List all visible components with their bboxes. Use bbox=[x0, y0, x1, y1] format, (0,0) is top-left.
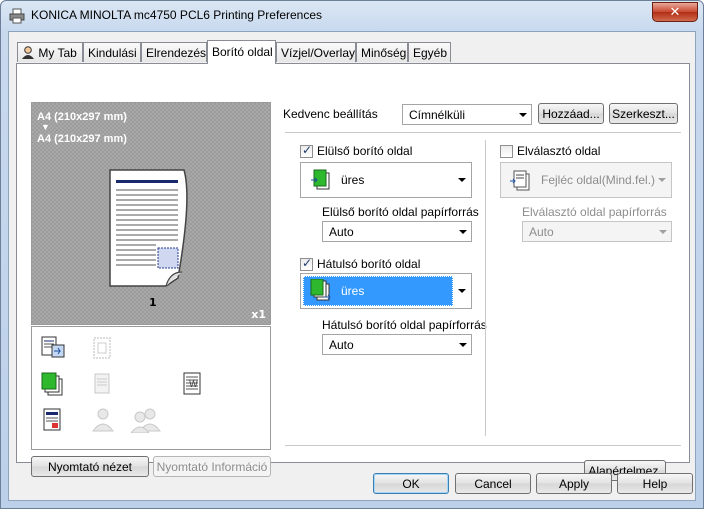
paper-preview: A4 (210x297 mm) ▼ A4 (210x297 mm) 1 x1 bbox=[31, 102, 271, 325]
ok-label: OK bbox=[402, 476, 420, 491]
separator-tray-select[interactable]: Auto bbox=[522, 221, 672, 242]
header-page-icon bbox=[510, 170, 530, 191]
close-button[interactable]: ✕ bbox=[652, 2, 698, 22]
cover-page-icon bbox=[41, 372, 63, 396]
separator-checkbox[interactable] bbox=[500, 145, 513, 158]
back-cover-select[interactable]: üres bbox=[300, 273, 472, 309]
front-cover-value: üres bbox=[341, 173, 365, 187]
page-number: 1 bbox=[149, 296, 157, 309]
user-icon bbox=[22, 46, 34, 59]
front-cover-tray-select[interactable]: Auto bbox=[322, 221, 472, 242]
function-icon-grid: W bbox=[31, 326, 271, 450]
front-cover-tray-value: Auto bbox=[329, 225, 354, 239]
printing-preferences-window: KONICA MINOLTA mc4750 PCL6 Printing Pref… bbox=[0, 0, 704, 509]
edit-favorite-button[interactable]: Szerkeszt... bbox=[609, 103, 678, 124]
back-cover-tray-label: Hátulsó borító oldal papírforrás bbox=[322, 318, 487, 332]
close-icon: ✕ bbox=[669, 4, 681, 20]
front-cover-checkbox[interactable]: ✓ bbox=[300, 143, 313, 158]
window-title: KONICA MINOLTA mc4750 PCL6 Printing Pref… bbox=[31, 8, 323, 22]
tab-label: Minőség bbox=[361, 46, 407, 60]
favorites-select[interactable]: Címnélküli bbox=[402, 104, 532, 125]
output-size-text: A4 (210x297 mm) bbox=[37, 133, 127, 145]
tab-label: Vízjel/Overlay bbox=[281, 46, 356, 60]
printer-info-button[interactable]: Nyomtató Információ bbox=[153, 456, 271, 477]
paper-size-text: A4 (210x297 mm) bbox=[37, 111, 127, 123]
divider bbox=[285, 132, 681, 133]
front-cover-select[interactable]: üres bbox=[300, 162, 472, 198]
help-label: Help bbox=[642, 476, 668, 491]
back-cover-label: Hátulsó borító oldal bbox=[317, 257, 421, 271]
help-button[interactable]: Help bbox=[617, 473, 693, 494]
front-cover-tray-label: Elülső borító oldal papírforrás bbox=[322, 205, 479, 219]
tab-label: Egyéb bbox=[413, 46, 448, 60]
page-icon-disabled bbox=[94, 373, 110, 394]
add-favorite-label: Hozzáad... bbox=[542, 106, 600, 121]
color-document-icon bbox=[43, 408, 61, 431]
tab-kindulasi[interactable]: Kindulási bbox=[83, 42, 141, 62]
front-cover-label: Elülső borító oldal bbox=[317, 144, 413, 158]
separator-label: Elválasztó oldal bbox=[517, 144, 601, 158]
tab-label: Elrendezés bbox=[146, 46, 207, 60]
copies-count: x1 bbox=[251, 308, 266, 321]
column-divider bbox=[485, 140, 486, 436]
separator-tray-label: Elválasztó oldal papírforrás bbox=[522, 205, 667, 219]
print-to-tray-icon bbox=[41, 336, 65, 358]
tab-borito-oldal[interactable]: Borító oldal bbox=[207, 40, 276, 64]
bottom-divider bbox=[285, 445, 681, 446]
cancel-button[interactable]: Cancel bbox=[455, 473, 531, 494]
watermark-icon: W bbox=[183, 372, 201, 395]
svg-text:W: W bbox=[189, 380, 198, 390]
printer-view-button[interactable]: Nyomtató nézet bbox=[31, 456, 149, 477]
chevron-down-icon bbox=[459, 343, 467, 347]
printer-info-label: Nyomtató Információ bbox=[156, 459, 268, 474]
add-favorite-button[interactable]: Hozzáad... bbox=[538, 103, 604, 124]
separator-tray-value: Auto bbox=[529, 225, 554, 239]
back-cover-tray-select[interactable]: Auto bbox=[322, 334, 472, 355]
tab-label: Borító oldal bbox=[212, 45, 273, 59]
dialog-client: My Tab Kindulási Elrendezés Borító oldal… bbox=[8, 31, 696, 501]
cover-blank-icon bbox=[311, 169, 330, 190]
favorites-label: Kedvenc beállítás bbox=[283, 107, 378, 121]
tab-label: My Tab bbox=[38, 46, 77, 60]
user-auth-icon-disabled bbox=[92, 408, 114, 432]
edit-favorite-label: Szerkeszt... bbox=[612, 106, 675, 121]
chevron-down-icon bbox=[459, 230, 467, 234]
printer-view-label: Nyomtató nézet bbox=[47, 459, 133, 474]
chevron-down-icon bbox=[659, 230, 667, 234]
back-cover-checkbox[interactable]: ✓ bbox=[300, 256, 313, 271]
separator-value: Fejléc oldal(Mind.fel.) bbox=[541, 173, 656, 187]
tab-minoseg[interactable]: Minőség bbox=[356, 42, 408, 62]
cover-blank-icon bbox=[310, 279, 331, 301]
page-preview-icon bbox=[109, 169, 188, 287]
title-bar[interactable]: KONICA MINOLTA mc4750 PCL6 Printing Pref… bbox=[1, 1, 703, 31]
apply-label: Apply bbox=[558, 476, 590, 491]
chevron-down-icon bbox=[519, 113, 527, 117]
booklet-icon bbox=[93, 337, 111, 359]
favorites-value: Címnélküli bbox=[409, 108, 466, 122]
back-cover-tray-value: Auto bbox=[329, 338, 354, 352]
chevron-down-icon bbox=[658, 178, 666, 182]
printer-icon bbox=[9, 8, 25, 24]
tab-elrendezes[interactable]: Elrendezés bbox=[141, 42, 207, 62]
cover-page-panel: A4 (210x297 mm) ▼ A4 (210x297 mm) 1 x1 W… bbox=[16, 63, 690, 481]
check-icon: ✓ bbox=[302, 256, 313, 270]
tab-vizjel-overlay[interactable]: Vízjel/Overlay bbox=[276, 42, 356, 62]
apply-button[interactable]: Apply bbox=[536, 473, 612, 494]
tab-my-tab[interactable]: My Tab bbox=[17, 42, 83, 62]
cancel-label: Cancel bbox=[474, 476, 512, 491]
chevron-down-icon bbox=[458, 289, 466, 293]
ok-button[interactable]: OK bbox=[373, 473, 449, 494]
down-arrow-icon: ▼ bbox=[41, 122, 50, 132]
back-cover-value: üres bbox=[341, 284, 365, 298]
separator-select[interactable]: Fejléc oldal(Mind.fel.) bbox=[500, 162, 672, 198]
chevron-down-icon bbox=[458, 178, 466, 182]
tab-egyeb[interactable]: Egyéb bbox=[408, 42, 451, 62]
check-icon: ✓ bbox=[302, 143, 313, 157]
tab-label: Kindulási bbox=[88, 46, 137, 60]
account-track-icon-disabled bbox=[130, 408, 161, 433]
